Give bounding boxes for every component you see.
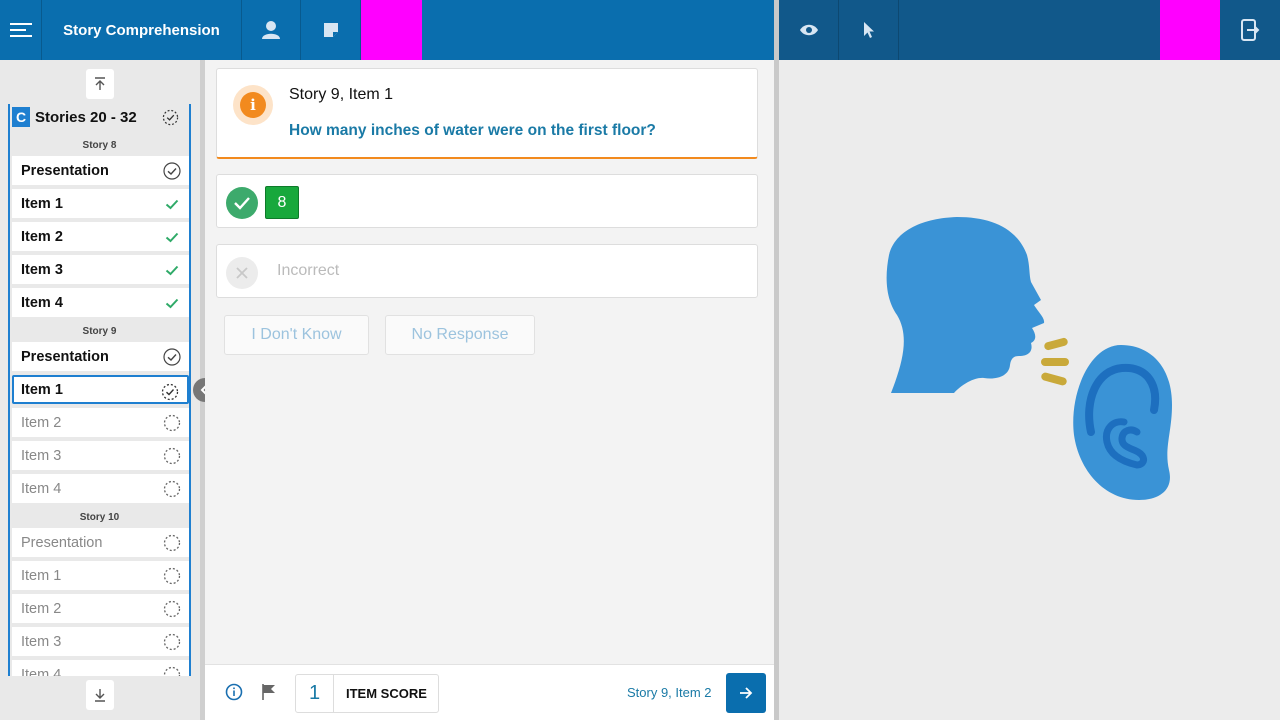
footer-bar: 1 ITEM SCORE Story 9, Item 2 [205, 664, 774, 720]
row-label: Presentation [21, 348, 109, 365]
row-label: Item 1 [21, 195, 63, 212]
group-title: Stories 20 - 32 [35, 108, 137, 126]
row-label: Item 2 [21, 600, 62, 617]
row-label: Presentation [21, 162, 109, 179]
pending-circle-icon [163, 414, 181, 432]
item-score-value: 1 [296, 675, 334, 712]
info-badge: i [233, 85, 273, 125]
person-icon [262, 21, 280, 39]
row-label: Item 3 [21, 261, 63, 278]
check-icon [165, 232, 179, 243]
sidebar-row[interactable]: Item 3 [12, 255, 189, 284]
pointer-button[interactable] [839, 0, 899, 60]
sidebar-row[interactable]: Item 4 [12, 288, 189, 317]
pending-circle-icon [163, 447, 181, 465]
eye-icon [799, 24, 818, 36]
flag-button[interactable] [258, 681, 280, 703]
highlight-block [361, 0, 422, 60]
correct-answer-row[interactable]: 8 [216, 174, 758, 228]
sidebar-row[interactable]: Item 1 [12, 561, 189, 590]
arrow-to-bottom-icon [95, 689, 105, 702]
correct-check-icon [226, 187, 258, 219]
info-icon: i [240, 92, 266, 118]
sidebar-row[interactable]: Item 3 [12, 441, 189, 470]
correct-answer-chip[interactable]: 8 [265, 186, 299, 219]
no-response-button[interactable]: No Response [385, 315, 535, 355]
pending-circle-icon [163, 567, 181, 585]
scroll-bottom-button[interactable] [86, 680, 114, 710]
sidebar-row[interactable]: Item 3 [12, 627, 189, 656]
story-label: Story 9 [82, 326, 117, 337]
check-icon [165, 265, 179, 276]
arrow-right-icon [740, 687, 753, 699]
sidebar-row[interactable]: Item 2 [12, 222, 189, 251]
item-score-label: ITEM SCORE [346, 686, 427, 701]
in-progress-icon [162, 109, 179, 126]
exit-tablet-button[interactable] [1220, 0, 1280, 60]
sidebar-row-current[interactable]: Item 1 [12, 375, 189, 404]
next-button[interactable] [726, 673, 766, 713]
story-group: C Stories 20 - 32 Story 8 Presentation I… [8, 104, 191, 676]
complete-circle-icon [163, 162, 181, 180]
question-text: How many inches of water were on the fir… [289, 122, 656, 139]
pointer-icon [863, 22, 874, 38]
info-outline-icon [225, 683, 243, 701]
row-label: Item 2 [21, 228, 63, 245]
sidebar-row[interactable]: Item 4 [12, 660, 189, 676]
highlight-block-right [1160, 0, 1220, 60]
exit-tablet-icon [1241, 19, 1260, 41]
in-progress-icon [161, 383, 179, 401]
menu-button[interactable] [0, 0, 42, 60]
sidebar-row[interactable]: Item 2 [12, 594, 189, 623]
row-label: Item 4 [21, 666, 62, 677]
sidebar-row[interactable]: Presentation [12, 156, 189, 185]
sidebar-row[interactable]: Presentation [12, 528, 189, 557]
pending-circle-icon [163, 666, 181, 676]
row-label: Item 2 [21, 414, 62, 431]
story-label: Story 10 [79, 512, 120, 523]
check-icon [165, 298, 179, 309]
pending-circle-icon [163, 633, 181, 651]
sidebar-row[interactable]: Item 4 [12, 474, 189, 503]
pending-circle-icon [163, 600, 181, 618]
dont-know-button[interactable]: I Don't Know [224, 315, 369, 355]
close-icon [226, 257, 258, 289]
sidebar-row[interactable]: Item 2 [12, 408, 189, 437]
sidebar-row[interactable]: Presentation [12, 342, 189, 371]
pending-circle-icon [163, 480, 181, 498]
row-label: Item 1 [21, 381, 63, 398]
group-badge: C [12, 107, 30, 127]
app-title: Story Comprehension [42, 0, 242, 60]
group-header[interactable]: C Stories 20 - 32 [10, 104, 189, 130]
question-card: i Story 9, Item 1 How many inches of wat… [216, 68, 758, 159]
incorrect-label: Incorrect [277, 262, 340, 279]
next-item-label: Story 9, Item 2 [627, 685, 712, 700]
row-label: Item 4 [21, 480, 62, 497]
item-score-box: 1 ITEM SCORE [295, 674, 439, 713]
arrow-to-top-icon [95, 77, 105, 90]
menu-icon [9, 23, 32, 37]
sidebar-row[interactable]: Item 1 [12, 189, 189, 218]
check-icon [165, 199, 179, 210]
story-label: Story 8 [82, 140, 117, 151]
note-icon [323, 23, 338, 37]
eye-button[interactable] [779, 0, 839, 60]
flag-icon [262, 684, 275, 700]
complete-circle-icon [163, 348, 181, 366]
info-button[interactable] [223, 681, 245, 703]
stimulus-panel [779, 60, 1280, 720]
row-label: Item 3 [21, 447, 62, 464]
row-label: Presentation [21, 534, 103, 551]
person-button[interactable] [242, 0, 301, 60]
note-button[interactable] [301, 0, 361, 60]
row-label: Item 3 [21, 633, 62, 650]
row-label: Item 1 [21, 567, 62, 584]
row-label: Item 4 [21, 294, 63, 311]
pending-circle-icon [163, 534, 181, 552]
item-title: Story 9, Item 1 [289, 86, 394, 103]
scroll-top-button[interactable] [86, 69, 114, 99]
speaking-listening-icon [886, 217, 1172, 500]
incorrect-row[interactable]: Incorrect [216, 244, 758, 298]
